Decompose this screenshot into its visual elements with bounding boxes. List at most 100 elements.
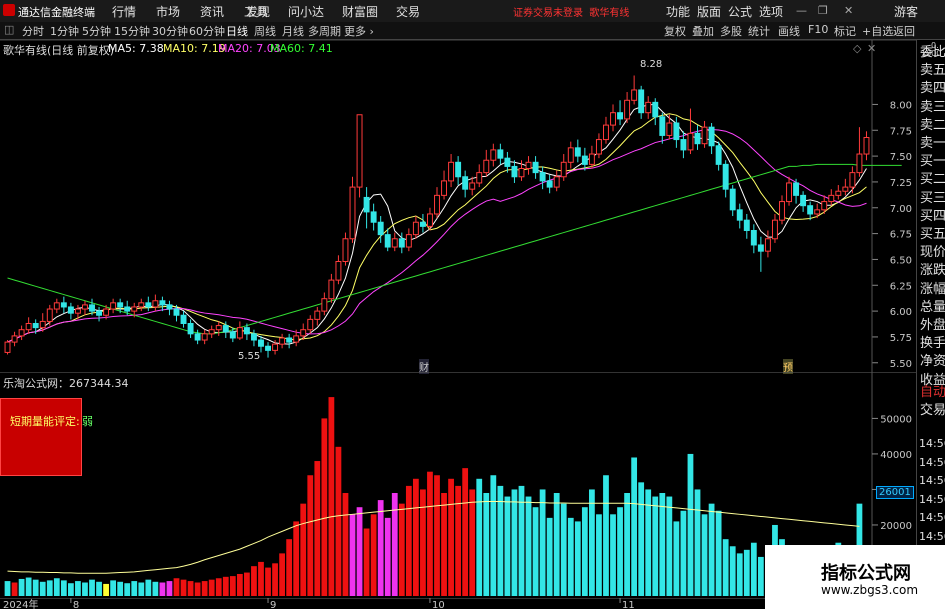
candle-body: [511, 165, 518, 178]
date-label: 8: [73, 600, 79, 609]
stock-name: 歌华有线: [589, 8, 630, 19]
candle-body: [588, 153, 595, 165]
volume-bar: [39, 581, 46, 596]
menu-market-center[interactable]: 市场: [156, 3, 180, 20]
tab-multi-stock[interactable]: 多股: [720, 23, 742, 39]
volume-bar: [546, 517, 553, 596]
candle-body: [293, 335, 300, 343]
menu-trade[interactable]: 交易: [396, 3, 420, 20]
side-panel-label[interactable]: 净资: [920, 355, 945, 368]
volume-bar: [32, 579, 39, 596]
tab-60min[interactable]: 60分钟: [189, 23, 225, 39]
menu-market[interactable]: 行情: [112, 3, 136, 20]
tab-overlay[interactable]: 叠加: [692, 23, 714, 39]
candle-body: [25, 323, 32, 331]
side-panel-label[interactable]: 卖三: [920, 101, 945, 114]
tab-add-watchlist[interactable]: +自选: [862, 23, 893, 39]
tab-draw[interactable]: 画线: [778, 23, 800, 39]
side-panel-label[interactable]: 涨幅: [920, 283, 945, 296]
side-panel-label[interactable]: 卖五: [920, 64, 945, 77]
side-panel-label[interactable]: 买四: [920, 210, 945, 223]
candle-body: [581, 155, 588, 165]
side-panel-label[interactable]: 外盘: [920, 319, 945, 332]
tab-multi-period[interactable]: 多周期: [308, 23, 341, 39]
candle-body: [701, 126, 708, 145]
candle-body: [666, 122, 673, 136]
side-panel-label[interactable]: 买五: [920, 228, 945, 241]
menu-news[interactable]: 资讯: [200, 3, 224, 20]
menu-wealth-circle[interactable]: 财富圈: [342, 3, 378, 20]
volume-bar: [624, 493, 630, 596]
candle-body: [680, 139, 687, 151]
candle-body: [321, 298, 328, 312]
candle-body: [124, 306, 131, 312]
tab-intraday[interactable]: 分时: [22, 23, 44, 39]
candle-body: [532, 161, 539, 174]
candle-body: [39, 320, 46, 329]
candle-body: [96, 310, 103, 316]
side-panel-label[interactable]: 交易: [920, 404, 945, 417]
guest-label[interactable]: 游客: [894, 3, 918, 20]
volume-bar: [722, 539, 729, 596]
candle-body: [138, 302, 145, 308]
volume-bar: [67, 583, 74, 596]
candle-body: [208, 329, 215, 335]
side-panel-label[interactable]: 买一: [920, 155, 945, 168]
tab-more[interactable]: 更多 ›: [344, 23, 374, 39]
tab-15min[interactable]: 15分钟: [114, 23, 150, 39]
side-panel-label[interactable]: 卖二: [920, 119, 945, 132]
candle-body: [131, 306, 138, 312]
collapse-icon[interactable]: ◇: [853, 42, 861, 55]
low-price-label: 5.55: [238, 351, 261, 362]
menu-ask-xiaoda[interactable]: 问小达: [288, 3, 324, 20]
tab-daily[interactable]: 日线: [226, 23, 248, 39]
menu-formula[interactable]: 公式: [728, 3, 752, 20]
volume-bar: [560, 503, 567, 596]
volume-bar: [574, 521, 581, 596]
minimize-icon[interactable]: —: [796, 4, 807, 17]
side-panel-label[interactable]: 卖四: [920, 82, 945, 95]
menu-layout[interactable]: 版面: [697, 3, 721, 20]
side-panel-label[interactable]: 涨跌: [920, 264, 945, 277]
price-tick-label: 6.50: [890, 255, 912, 266]
side-panel-label[interactable]: 换手: [920, 337, 945, 350]
menu-function[interactable]: 功能: [666, 3, 690, 20]
candle-body: [652, 101, 659, 118]
tab-mark[interactable]: 标记: [834, 23, 856, 39]
candle-body: [391, 238, 398, 248]
tab-adjust[interactable]: 复权: [664, 23, 686, 39]
tab-back[interactable]: 返回: [893, 23, 915, 39]
menu-options[interactable]: 选项: [759, 3, 783, 20]
tab-30min[interactable]: 30分钟: [152, 23, 188, 39]
candle-body: [419, 221, 426, 227]
side-panel-label[interactable]: 买二: [920, 173, 945, 186]
volume-bar: [229, 576, 236, 596]
restore-icon[interactable]: ❐: [818, 4, 828, 17]
tab-1min[interactable]: 1分钟: [50, 23, 79, 39]
tab-expand-icon[interactable]: ◫: [4, 23, 14, 36]
volume-bar: [208, 579, 215, 596]
side-panel-label[interactable]: 现价: [920, 246, 945, 259]
side-panel-label[interactable]: 总量: [920, 301, 945, 314]
tab-weekly[interactable]: 周线: [254, 23, 276, 39]
candlestick-chart[interactable]: 8.00 7.75 7.50 7.25 7.00 6.75 6.50 6.25 6.00 5.75…: [0, 40, 916, 372]
volume-bar: [532, 507, 539, 596]
tab-5min[interactable]: 5分钟: [82, 23, 111, 39]
candle-body: [800, 194, 807, 207]
side-panel-label[interactable]: 自动: [920, 386, 945, 399]
menu-discover[interactable]: 发现: [246, 3, 270, 20]
tab-statistics[interactable]: 统计: [748, 23, 770, 39]
tab-monthly[interactable]: 月线: [282, 23, 304, 39]
tab-f10[interactable]: F10: [808, 23, 828, 36]
close-icon[interactable]: ✕: [844, 4, 853, 17]
close-pane-icon[interactable]: ✕: [867, 42, 876, 55]
candle-body: [659, 116, 666, 136]
side-panel-label[interactable]: 委比: [920, 46, 945, 59]
candle-body: [229, 331, 236, 339]
candle-body: [286, 337, 293, 343]
volume-bar: [673, 521, 680, 596]
side-panel-label[interactable]: 买三: [920, 192, 945, 205]
volume-bar: [96, 581, 102, 596]
side-panel-label[interactable]: 卖一: [920, 137, 945, 150]
volume-bar: [82, 582, 88, 596]
